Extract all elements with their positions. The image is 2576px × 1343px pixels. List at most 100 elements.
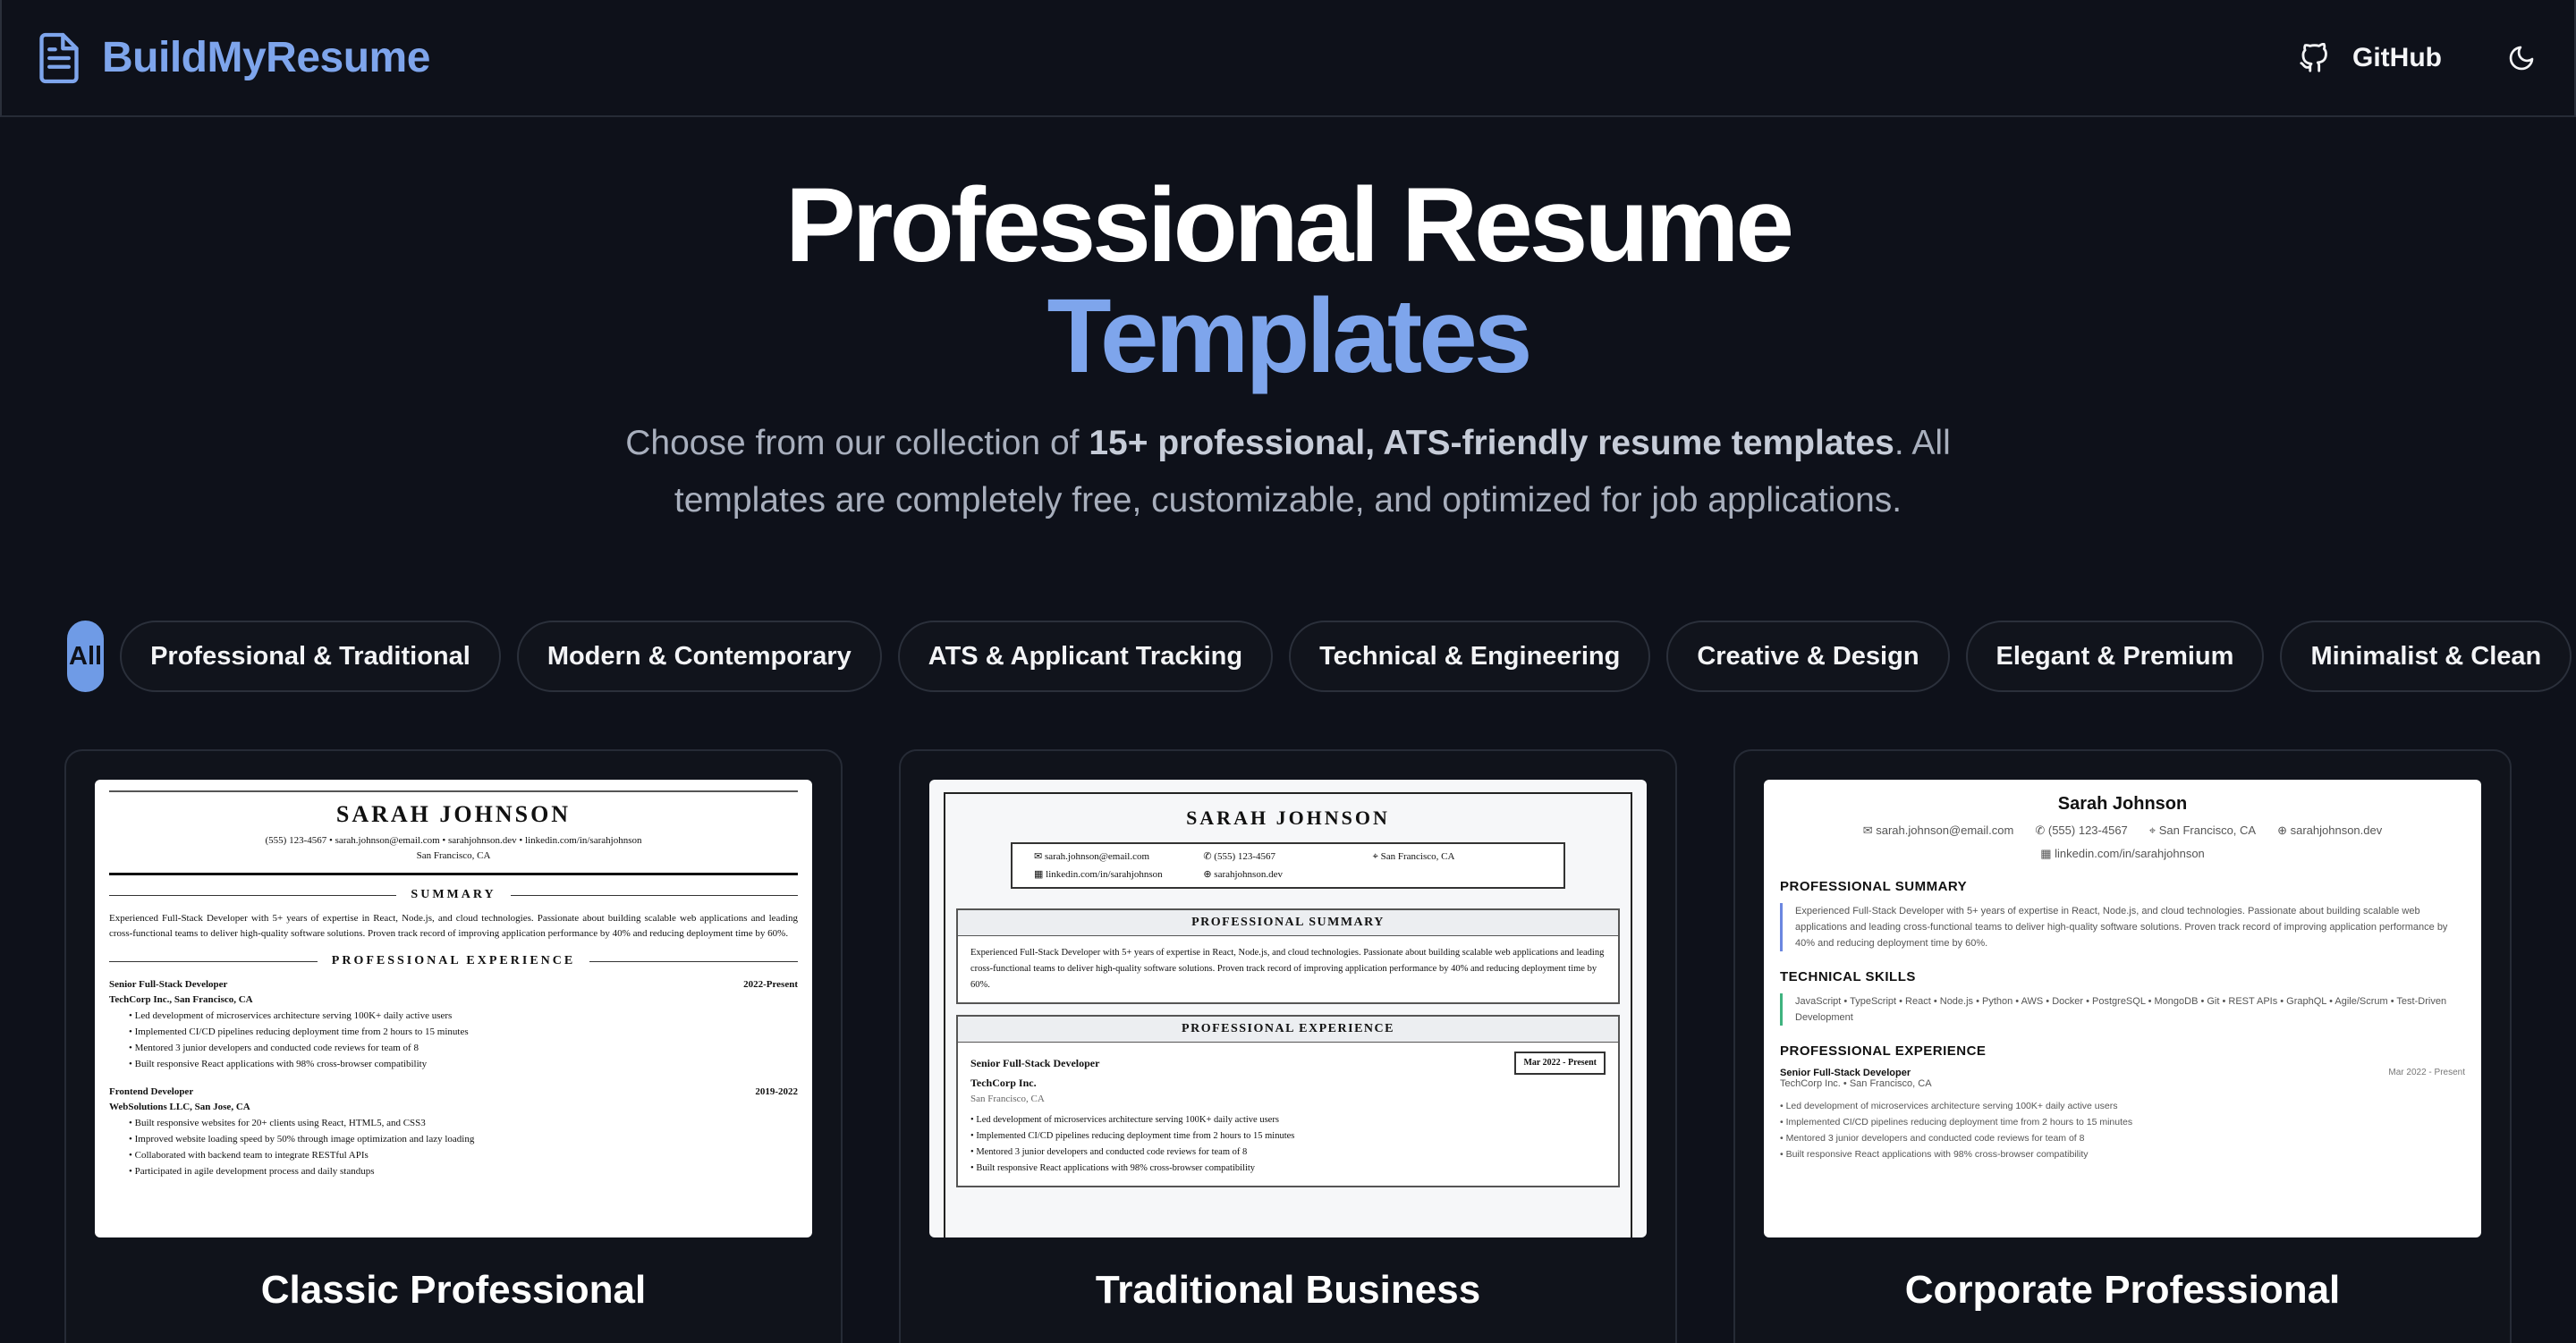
- hero-title-line2: Templates: [1046, 277, 1533, 395]
- template-card-traditional-business[interactable]: SARAH JOHNSON ✉ sarah.johnson@email.com …: [899, 749, 1677, 1343]
- job-header: Senior Full-Stack Developer Mar 2022 - P…: [1780, 1068, 2465, 1078]
- filter-ats-applicant-tracking[interactable]: ATS & Applicant Tracking: [897, 621, 1274, 692]
- brand-name: BuildMyResume: [102, 34, 430, 81]
- resume-skills: JavaScript • TypeScript • React • Node.j…: [1780, 993, 2465, 1026]
- job-company: WebSolutions LLC, San Jose, CA: [109, 1102, 250, 1112]
- job-role: Senior Full-Stack Developer: [109, 979, 228, 990]
- job-header: Frontend Developer 2019-2022: [109, 1085, 798, 1100]
- mail-icon: ✉: [1034, 851, 1045, 862]
- section-heading-text: SUMMARY: [411, 888, 496, 901]
- filter-minimalist-clean[interactable]: Minimalist & Clean: [2280, 621, 2572, 692]
- list-item: Implemented CI/CD pipelines reducing dep…: [1780, 1114, 2465, 1130]
- job-dates: 2019-2022: [755, 1086, 798, 1097]
- section-heading: PROFESSIONAL SUMMARY: [1780, 879, 1968, 894]
- document-icon: [39, 32, 79, 83]
- template-title: Classic Professional: [260, 1268, 647, 1312]
- job-dates: 2022-Present: [743, 979, 798, 990]
- globe-icon: ⊕: [1203, 869, 1215, 880]
- section-experience: PROFESSIONAL EXPERIENCE Senior Full-Stac…: [956, 1015, 1620, 1187]
- list-item: Improved website loading speed by 50% th…: [129, 1131, 798, 1147]
- job-bullets: Led development of microservices archite…: [109, 1008, 798, 1072]
- contact-website: ⊕ sarahjohnson.dev: [2277, 824, 2383, 837]
- filter-all[interactable]: All: [67, 621, 105, 692]
- category-filters: All Professional & Traditional Modern & …: [67, 621, 2572, 692]
- job-header: Senior Full-Stack Developer Mar 2022 - P…: [970, 1052, 1606, 1075]
- job-role: Frontend Developer: [109, 1086, 194, 1097]
- resume-summary: Experienced Full-Stack Developer with 5+…: [109, 913, 798, 939]
- template-preview[interactable]: SARAH JOHNSON (555) 123-4567 • sarah.joh…: [95, 780, 812, 1237]
- linkedin-icon: ▦: [1034, 869, 1046, 880]
- template-title: Corporate Professional: [1904, 1268, 2341, 1312]
- job-company: TechCorp Inc., San Francisco, CA: [109, 994, 253, 1005]
- hero-subtitle-bold: 15+ professional, ATS-friendly resume te…: [1089, 424, 1894, 462]
- contact-email: ✉ sarah.johnson@email.com: [1034, 851, 1150, 862]
- template-preview[interactable]: SARAH JOHNSON ✉ sarah.johnson@email.com …: [929, 780, 1647, 1237]
- list-item: Mentored 3 junior developers and conduct…: [129, 1040, 798, 1056]
- list-item: Built responsive React applications with…: [129, 1056, 798, 1072]
- filter-modern-contemporary[interactable]: Modern & Contemporary: [516, 621, 882, 692]
- theme-toggle-button[interactable]: [2504, 41, 2538, 75]
- moon-icon: [2509, 46, 2534, 70]
- job-header: Senior Full-Stack Developer 2022-Present: [109, 977, 798, 992]
- resume-contact-box: ✉ sarah.johnson@email.com ✆ (555) 123-45…: [1011, 842, 1565, 889]
- phone-icon: ✆: [2035, 824, 2048, 837]
- job-dates: Mar 2022 - Present: [1514, 1052, 1606, 1075]
- contact-linkedin: ▦ linkedin.com/in/sarahjohnson: [1034, 869, 1163, 880]
- section-summary: PROFESSIONAL SUMMARY Experienced Full-St…: [956, 908, 1620, 1004]
- job-role: Senior Full-Stack Developer: [1780, 1068, 1911, 1078]
- brand-logo-link[interactable]: BuildMyResume: [36, 30, 430, 86]
- list-item: Implemented CI/CD pipelines reducing dep…: [129, 1024, 798, 1040]
- hero-subtitle: Choose from our collection of 15+ profes…: [590, 415, 1986, 529]
- resume-summary: Experienced Full-Stack Developer with 5+…: [1780, 903, 2465, 951]
- template-card-corporate-professional[interactable]: Sarah Johnson ✉ sarah.johnson@email.com …: [1733, 749, 2512, 1343]
- contact-phone: ✆ (555) 123-4567: [2035, 824, 2128, 837]
- contact-website: ⊕ sarahjohnson.dev: [1203, 869, 1283, 880]
- filter-technical-engineering[interactable]: Technical & Engineering: [1289, 621, 1651, 692]
- list-item: • Mentored 3 junior developers and condu…: [970, 1147, 1248, 1157]
- job-company: TechCorp Inc.: [970, 1077, 1037, 1089]
- resume-name: SARAH JOHNSON: [1186, 807, 1390, 829]
- section-heading-text: PROFESSIONAL EXPERIENCE: [331, 954, 576, 967]
- list-item: Collaborated with backend team to integr…: [129, 1147, 798, 1163]
- contact-location: ⌖ San Francisco, CA: [1372, 851, 1455, 862]
- section-heading: SUMMARY: [109, 888, 799, 902]
- hero: Professional Resume Templates Choose fro…: [0, 170, 2576, 529]
- section-heading: PROFESSIONAL EXPERIENCE: [1780, 1043, 1987, 1059]
- section-heading: TECHNICAL SKILLS: [1780, 969, 1916, 984]
- map-pin-icon: ⌖: [1372, 851, 1381, 862]
- divider: [109, 873, 798, 875]
- resume-name: SARAH JOHNSON: [335, 801, 572, 827]
- linkedin-icon: ▦: [2040, 847, 2055, 860]
- map-pin-icon: ⌖: [2148, 824, 2159, 837]
- mail-icon: ✉: [1862, 824, 1877, 837]
- github-icon: [2300, 42, 2327, 72]
- contact-email: ✉ sarah.johnson@email.com: [1862, 824, 2014, 837]
- section-heading: PROFESSIONAL EXPERIENCE: [109, 954, 798, 968]
- list-item: Mentored 3 junior developers and conduct…: [1780, 1130, 2465, 1146]
- resume-contact: (555) 123-4567 • sarah.johnson@email.com…: [265, 835, 642, 846]
- filter-creative-design[interactable]: Creative & Design: [1666, 621, 1950, 692]
- job-location: San Francisco, CA: [970, 1094, 1045, 1104]
- list-item: • Implemented CI/CD pipelines reducing d…: [970, 1131, 1295, 1141]
- hero-subtitle-pre: Choose from our collection of: [625, 424, 1089, 462]
- template-preview[interactable]: Sarah Johnson ✉ sarah.johnson@email.com …: [1764, 780, 2481, 1237]
- filter-professional-traditional[interactable]: Professional & Traditional: [120, 621, 501, 692]
- template-card-classic-professional[interactable]: SARAH JOHNSON (555) 123-4567 • sarah.joh…: [64, 749, 843, 1343]
- section-heading: PROFESSIONAL EXPERIENCE: [958, 1017, 1618, 1043]
- list-item: Built responsive React applications with…: [1780, 1146, 2465, 1162]
- section-heading: PROFESSIONAL SUMMARY: [958, 910, 1618, 936]
- filter-elegant-premium[interactable]: Elegant & Premium: [1965, 621, 2265, 692]
- hero-title-line1: Professional Resume: [784, 166, 1794, 284]
- contact-linkedin: ▦ linkedin.com/in/sarahjohnson: [2040, 847, 2205, 860]
- list-item: • Led development of microservices archi…: [970, 1115, 1279, 1125]
- github-link[interactable]: GitHub: [2299, 42, 2442, 73]
- list-item: Built responsive websites for 20+ client…: [129, 1115, 798, 1131]
- resume-location: San Francisco, CA: [416, 850, 491, 861]
- list-item: Led development of microservices archite…: [129, 1008, 798, 1024]
- job-company: TechCorp Inc. • San Francisco, CA: [1780, 1078, 1932, 1089]
- job-dates: Mar 2022 - Present: [2388, 1068, 2465, 1077]
- job-bullets: Led development of microservices archite…: [1780, 1098, 2465, 1162]
- phone-icon: ✆: [1203, 851, 1215, 862]
- navbar: BuildMyResume GitHub: [0, 0, 2576, 117]
- resume-name: Sarah Johnson: [2057, 794, 2188, 814]
